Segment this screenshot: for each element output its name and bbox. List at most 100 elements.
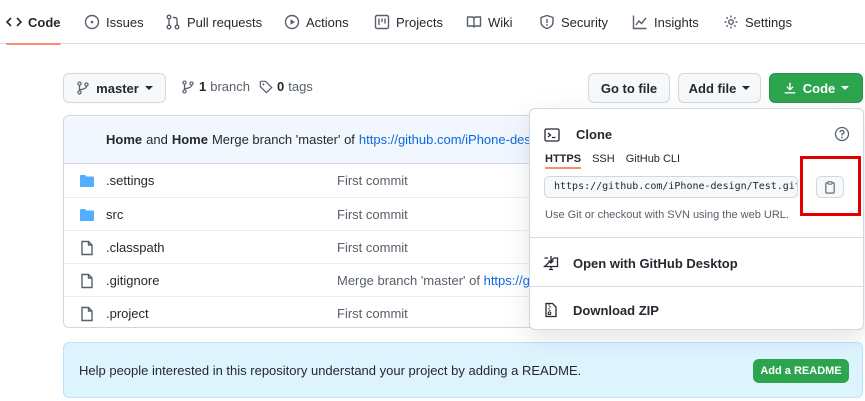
tab-settings[interactable]: Settings: [723, 0, 792, 44]
highlight-box: [800, 156, 861, 216]
tab-label: Security: [561, 14, 608, 30]
tab-label: Actions: [306, 14, 349, 30]
tab-label: Settings: [745, 14, 792, 30]
project-icon: [374, 14, 390, 30]
commit-author[interactable]: Home: [106, 132, 142, 147]
file-row[interactable]: .settings First commit: [64, 164, 582, 197]
commit-and: and: [146, 132, 168, 147]
chevron-down-icon: [841, 86, 850, 90]
help-icon[interactable]: [834, 126, 850, 142]
graph-icon: [632, 15, 647, 30]
commit-link[interactable]: https://github.com/iPhone-design: [359, 132, 548, 147]
go-to-file-label: Go to file: [600, 80, 658, 96]
file-commit-text[interactable]: Merge branch 'master' of: [337, 273, 480, 288]
branch-name: master: [96, 80, 139, 96]
tab-code[interactable]: Code: [6, 0, 61, 45]
commit-message[interactable]: Merge branch 'master' of: [212, 132, 355, 147]
repo-nav: Code Issues Pull requests Actions Projec…: [0, 0, 865, 45]
branch-select-button[interactable]: master: [63, 73, 166, 103]
clone-protocol-tabs: HTTPS SSH GitHub CLI: [545, 153, 680, 169]
tab-security[interactable]: Security: [539, 0, 608, 44]
file-zip-icon: [545, 302, 557, 318]
code-button[interactable]: Code: [769, 73, 863, 103]
branch-icon: [182, 79, 194, 94]
pull-request-icon: [166, 14, 180, 30]
tab-label: Projects: [396, 14, 443, 30]
divider: [530, 286, 863, 287]
clone-dropdown: Clone HTTPS SSH GitHub CLI https://githu…: [529, 108, 864, 330]
tab-wiki[interactable]: Wiki: [466, 0, 513, 44]
chevron-down-icon: [144, 86, 153, 90]
tab-label: Code: [28, 14, 61, 30]
file-row[interactable]: .project First commit: [64, 296, 582, 327]
file-commit-message[interactable]: Merge branch 'master' of https://gi: [337, 273, 533, 288]
desktop-download-icon: [543, 256, 559, 271]
readme-prompt: Help people interested in this repositor…: [79, 363, 582, 378]
terminal-icon: [544, 128, 560, 142]
folder-icon: [80, 209, 94, 221]
file-icon: [81, 240, 93, 256]
clone-tab-ssh[interactable]: SSH: [592, 153, 615, 169]
clone-tab-github-cli[interactable]: GitHub CLI: [626, 153, 680, 169]
code-icon: [6, 17, 22, 27]
file-icon: [81, 273, 93, 289]
tag-label: tags: [288, 79, 313, 94]
file-commit-message[interactable]: First commit: [337, 240, 408, 255]
clone-hint: Use Git or checkout with SVN using the w…: [545, 209, 789, 221]
branch-count: 1: [199, 79, 207, 94]
clone-url-input[interactable]: https://github.com/iPhone-design/Test.gi…: [544, 176, 798, 198]
tab-label: Pull requests: [187, 14, 263, 30]
tag-icon: [259, 80, 273, 94]
file-commit-message[interactable]: First commit: [337, 306, 408, 321]
branch-count-link[interactable]: 1 branch: [181, 79, 250, 94]
clone-tab-https[interactable]: HTTPS: [545, 153, 582, 169]
file-row[interactable]: .gitignore Merge branch 'master' of http…: [64, 263, 582, 296]
branch-icon: [77, 81, 89, 95]
play-icon: [284, 14, 300, 30]
chevron-down-icon: [742, 86, 751, 90]
file-commit-link[interactable]: https://gi: [484, 273, 533, 288]
file-row[interactable]: .classpath First commit: [64, 230, 582, 263]
commit-coauthor[interactable]: Home: [172, 132, 208, 147]
open-github-desktop-item[interactable]: Open with GitHub Desktop: [543, 255, 738, 271]
download-icon: [784, 82, 795, 94]
readme-banner: Help people interested in this repositor…: [63, 342, 863, 398]
file-commit-message[interactable]: First commit: [337, 207, 408, 222]
open-github-desktop-label: Open with GitHub Desktop: [573, 255, 738, 271]
tab-label: Insights: [654, 14, 699, 30]
file-name[interactable]: .settings: [106, 173, 154, 188]
file-row[interactable]: src First commit: [64, 197, 582, 230]
tab-actions[interactable]: Actions: [284, 0, 349, 44]
file-table: Home and Home Merge branch 'master' of h…: [63, 115, 583, 328]
tag-count: 0: [277, 79, 285, 94]
file-name[interactable]: .gitignore: [106, 273, 159, 288]
tab-pull-requests[interactable]: Pull requests: [165, 0, 262, 44]
folder-icon: [80, 175, 94, 187]
tab-insights[interactable]: Insights: [632, 0, 699, 44]
book-icon: [466, 16, 482, 28]
file-icon: [81, 306, 93, 322]
add-file-button[interactable]: Add file: [678, 73, 761, 103]
divider: [530, 237, 863, 238]
file-commit-message[interactable]: First commit: [337, 173, 408, 188]
download-zip-label: Download ZIP: [573, 302, 659, 318]
branch-label: branch: [210, 79, 250, 94]
tab-label: Wiki: [488, 14, 513, 30]
gear-icon: [724, 15, 738, 29]
add-readme-button[interactable]: Add a README: [753, 359, 849, 383]
code-button-label: Code: [802, 80, 836, 96]
add-file-label: Add file: [688, 80, 737, 96]
file-name[interactable]: src: [106, 207, 123, 222]
shield-icon: [540, 14, 554, 30]
issue-icon: [84, 14, 100, 30]
go-to-file-button[interactable]: Go to file: [588, 73, 670, 103]
tab-issues[interactable]: Issues: [84, 0, 144, 44]
download-zip-item[interactable]: Download ZIP: [543, 302, 659, 318]
latest-commit-bar: Home and Home Merge branch 'master' of h…: [64, 116, 582, 164]
tab-projects[interactable]: Projects: [374, 0, 443, 44]
clone-title: Clone: [576, 127, 613, 142]
tab-label: Issues: [106, 14, 144, 30]
tag-count-link[interactable]: 0 tags: [259, 79, 313, 94]
file-name[interactable]: .project: [106, 306, 149, 321]
file-name[interactable]: .classpath: [106, 240, 165, 255]
